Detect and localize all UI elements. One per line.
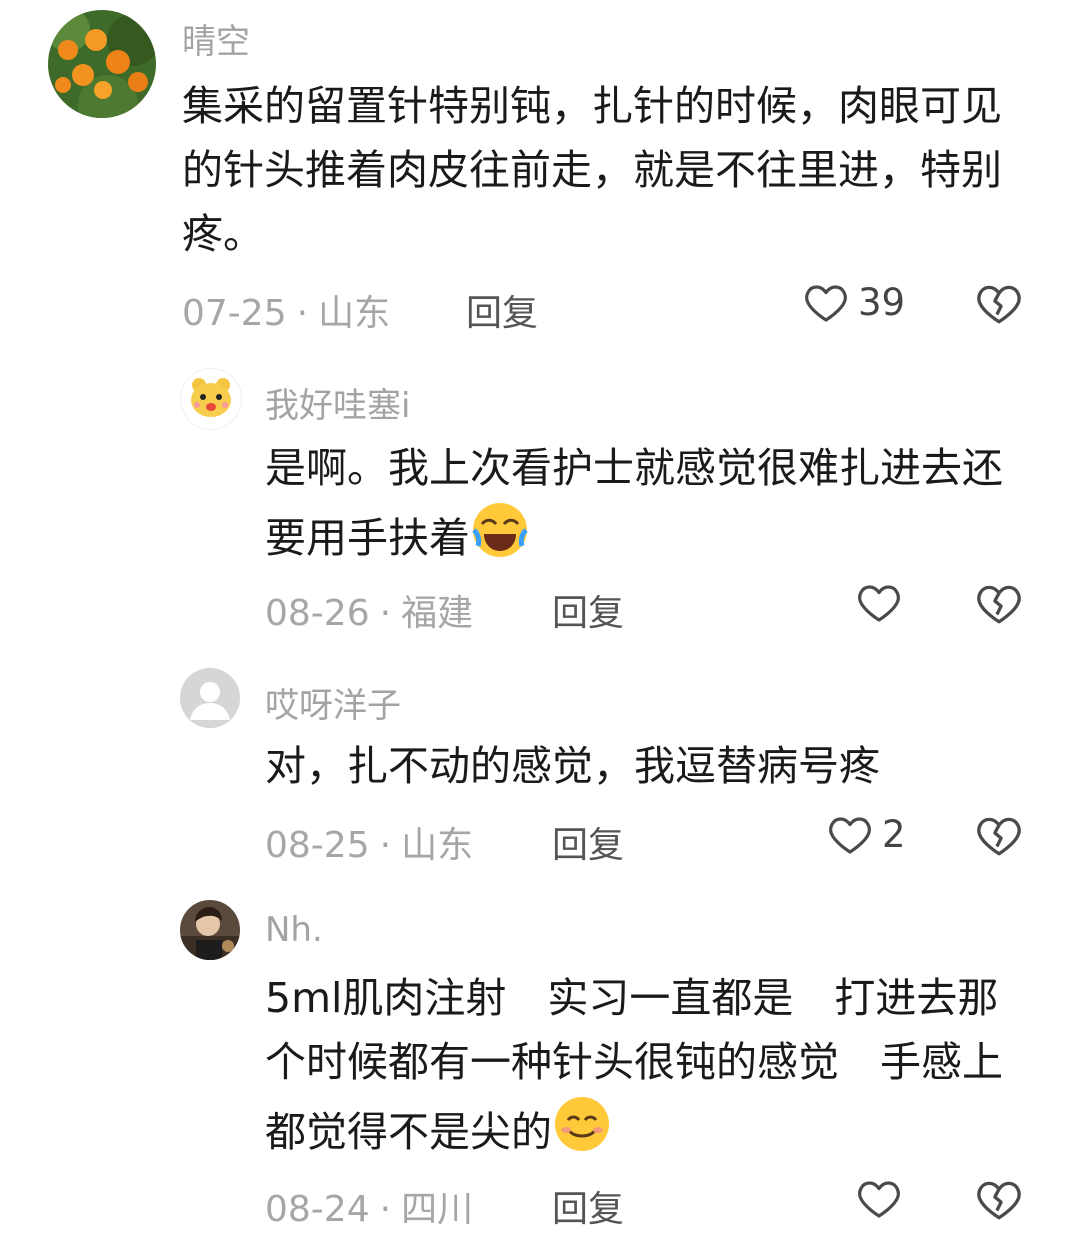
comment-meta: 07-25 · 山东 [182, 284, 390, 336]
username[interactable]: 哎呀洋子 [265, 678, 401, 727]
reply-button[interactable]: 回复 [466, 284, 538, 336]
like-button[interactable] [855, 1174, 903, 1222]
comment-text: 对，扎不动的感觉，我逗替病号疼 [265, 742, 880, 790]
comment-location: 福建 [401, 593, 474, 634]
dislike-button[interactable] [974, 1174, 1024, 1228]
tiger-cartoon-avatar-image [181, 369, 241, 429]
comment-date: 08-24 [265, 1189, 370, 1230]
avatar[interactable] [180, 668, 240, 728]
username[interactable]: Nh. [265, 910, 323, 950]
default-avatar-icon [180, 668, 240, 728]
person-photo-avatar-image [180, 900, 240, 960]
comment-text: 5ml肌肉注射 实习一直都是 打进去那个时候都有一种针头很钝的感觉 手感上都觉得… [265, 966, 1035, 1172]
dislike-button[interactable] [974, 810, 1024, 864]
broken-heart-icon [977, 1181, 1021, 1220]
comment-date: 08-25 [265, 825, 370, 866]
comment-item: 哎呀洋子 对，扎不动的感觉，我逗替病号疼 08-25 · 山东 回复 2 [0, 660, 1079, 880]
like-button[interactable]: 2 [826, 810, 906, 858]
smiling-emoji [552, 1094, 612, 1172]
username[interactable]: 我好哇塞i [265, 378, 410, 427]
broken-heart-icon [977, 817, 1021, 856]
meta-separator: · [379, 1189, 392, 1230]
heart-outline-icon [858, 1181, 900, 1218]
comment-item: Nh. 5ml肌肉注射 实习一直都是 打进去那个时候都有一种针头很钝的感觉 手感… [0, 892, 1079, 1247]
comment-location: 山东 [318, 293, 391, 334]
avatar[interactable] [48, 10, 156, 118]
laughing-crying-emoji [470, 500, 530, 578]
comment-meta: 08-24 · 四川 [265, 1180, 473, 1232]
dislike-button[interactable] [974, 578, 1024, 632]
heart-outline-icon [805, 285, 847, 322]
avatar[interactable] [180, 368, 242, 430]
reply-button[interactable]: 回复 [552, 1180, 624, 1232]
meta-separator: · [379, 593, 392, 634]
comment-location: 四川 [401, 1189, 474, 1230]
broken-heart-icon [977, 585, 1021, 624]
heart-outline-icon [829, 817, 871, 854]
comment-date: 08-26 [265, 593, 370, 634]
username[interactable]: 晴空 [182, 14, 250, 63]
like-count: 39 [858, 280, 906, 324]
dislike-button[interactable] [974, 278, 1024, 332]
comment-meta: 08-25 · 山东 [265, 816, 473, 868]
meta-separator: · [296, 293, 309, 334]
comment-text-body: 5ml肌肉注射 实习一直都是 打进去那个时候都有一种针头很钝的感觉 手感上都觉得… [265, 974, 1003, 1156]
reply-button[interactable]: 回复 [552, 816, 624, 868]
avatar[interactable] [180, 900, 240, 960]
like-button[interactable] [855, 578, 903, 626]
comment-text-body: 是啊。我上次看护士就感觉很难扎进去还要用手扶着 [265, 444, 1003, 562]
broken-heart-icon [977, 285, 1021, 324]
meta-separator: · [379, 825, 392, 866]
reply-button[interactable]: 回复 [552, 584, 624, 636]
orange-tree-avatar-image [48, 10, 156, 118]
comment-item: 晴空 集采的留置针特别钝，扎针的时候，肉眼可见的针头推着肉皮往前走，就是不往里进… [0, 0, 1079, 340]
heart-outline-icon [858, 585, 900, 622]
comment-location: 山东 [401, 825, 474, 866]
comment-meta: 08-26 · 福建 [265, 584, 473, 636]
like-count: 2 [882, 812, 906, 856]
comment-item: 我好哇塞i 是啊。我上次看护士就感觉很难扎进去还要用手扶着 08-26 · 福建 回… [0, 360, 1079, 640]
comment-text: 是啊。我上次看护士就感觉很难扎进去还要用手扶着 [265, 436, 1025, 578]
comment-date: 07-25 [182, 293, 287, 334]
comment-text: 集采的留置针特别钝，扎针的时候，肉眼可见的针头推着肉皮往前走，就是不往里进，特别… [182, 82, 1002, 258]
like-button[interactable]: 39 [802, 278, 905, 326]
